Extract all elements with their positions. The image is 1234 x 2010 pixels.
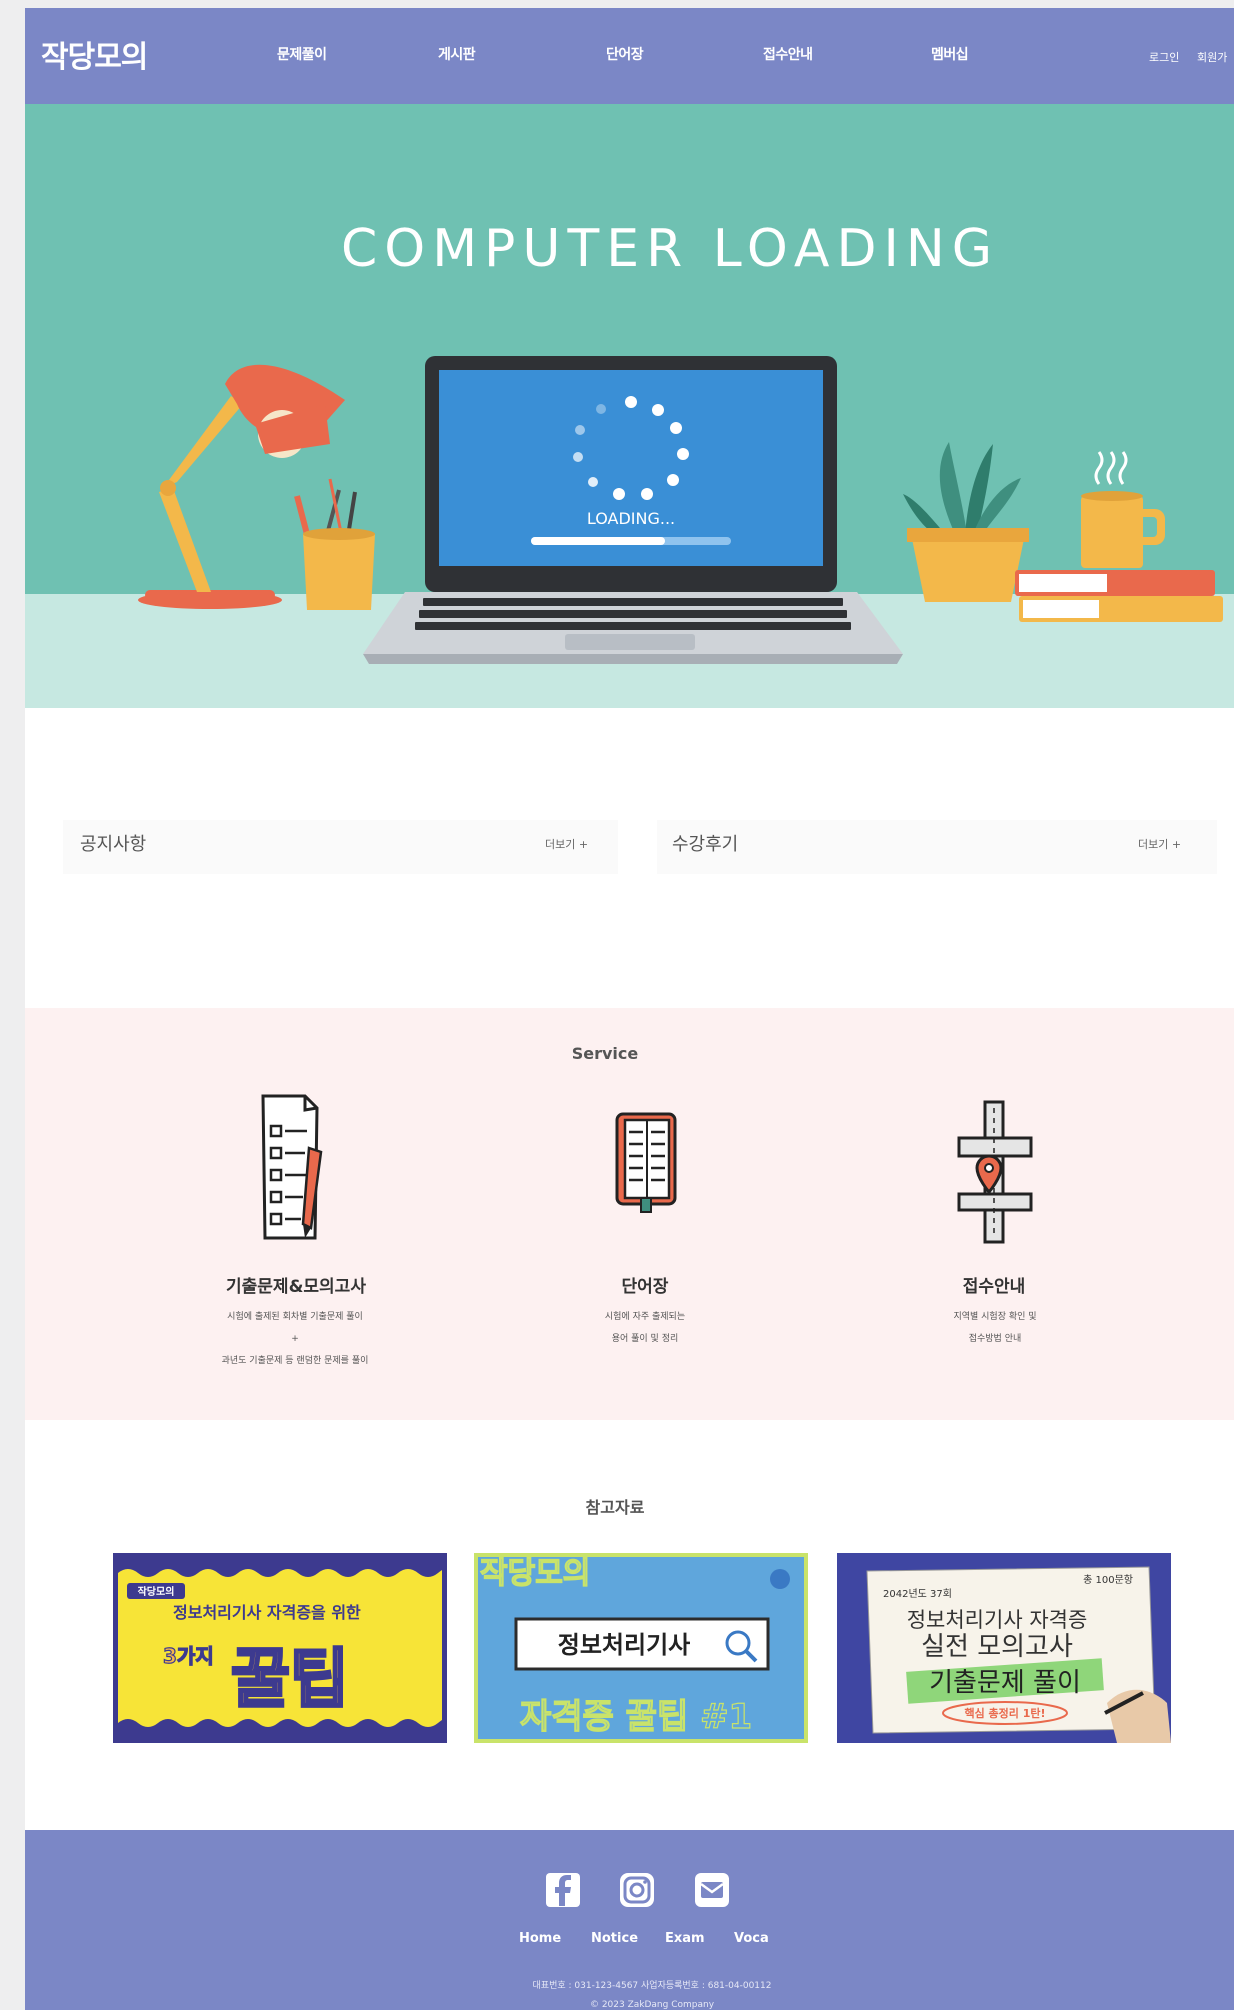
service-desc-registration-1: 지역별 시험장 확인 및 <box>953 1312 1037 1322</box>
card-mock-line2: 실전 모의고사 <box>921 1632 1073 1662</box>
facebook-icon[interactable] <box>545 1872 581 1908</box>
mail-icon[interactable] <box>694 1872 730 1908</box>
hero-banner: COMPUTER LOADING LOADING... <box>25 104 1234 708</box>
references-title: 참고자료 <box>585 1498 645 1517</box>
notice-more-link[interactable]: 더보기 + <box>545 836 588 852</box>
card-mock-total: 총 100문항 <box>1083 1574 1133 1586</box>
card-cert-bottom: 자격증 꿀팁 #1 <box>520 1697 752 1737</box>
service-name-vocabulary[interactable]: 단어장 <box>535 1272 755 1297</box>
instagram-icon[interactable] <box>619 1872 655 1908</box>
service-title: Service <box>571 1044 639 1063</box>
nav-item-board[interactable]: 게시판 <box>438 44 476 64</box>
service-name-registration[interactable]: 접수안내 <box>884 1272 1104 1297</box>
card-cert-top: 작당모의 <box>480 1556 590 1591</box>
service-name-exam[interactable]: 기출문제&모의고사 <box>186 1272 406 1297</box>
stacked-books-icon <box>1015 570 1223 622</box>
site-header: 작당모의 문제풀이 게시판 단어장 접수안내 멤버십 로그인 회원가 <box>25 8 1234 104</box>
site-footer: Home Notice Exam Voca 대표번호 : 031-123-456… <box>25 1830 1234 2010</box>
card-tips-subtitle: 정보처리기사 자격증을 위한 <box>173 1603 361 1622</box>
card-cert-main: 정보처리기사 <box>558 1631 690 1659</box>
notice-board-header <box>63 820 618 874</box>
potted-plant-icon <box>903 442 1029 602</box>
service-desc-vocabulary-1: 시험에 자주 출제되는 <box>604 1312 686 1322</box>
laptop-icon: LOADING... <box>363 356 903 664</box>
reference-card-tips[interactable]: 작당모의 정보처리기사 자격증을 위한 3가지 꿀팁 <box>113 1553 447 1743</box>
service-desc-exam-2: + <box>291 1334 299 1344</box>
loading-progress-bar <box>531 537 665 545</box>
card-tips-badge: 작당모의 <box>138 1585 175 1598</box>
service-section: Service 기출문제&모의고사 시험에 출제된 회차별 기출문제 풀이 + … <box>25 1008 1234 1420</box>
nav-item-registration[interactable]: 접수안내 <box>763 44 813 64</box>
nav-item-quiz[interactable]: 문제풀이 <box>277 44 327 64</box>
nav-item-vocabulary[interactable]: 단어장 <box>606 44 644 64</box>
footer-copyright: © 2023 ZakDang Company <box>589 2000 715 2010</box>
exam-paper-icon[interactable] <box>255 1088 335 1248</box>
service-desc-vocabulary-2: 용어 풀이 및 정리 <box>611 1334 679 1344</box>
card-mock-line3: 기출문제 풀이 <box>929 1668 1081 1698</box>
site-logo[interactable]: 작당모의 <box>41 32 148 76</box>
footer-business-info: 대표번호 : 031-123-4567 사업자등록번호 : 681-04-001… <box>532 1981 772 1991</box>
review-more-link[interactable]: 더보기 + <box>1138 836 1181 852</box>
review-board-title: 수강후기 <box>672 834 739 855</box>
card-mock-tag: 핵심 총정리 1탄! <box>964 1706 1045 1720</box>
footer-link-notice[interactable]: Notice <box>591 1931 638 1946</box>
map-pin-icon[interactable] <box>955 1098 1035 1248</box>
card-tips-main: 꿀팁 <box>231 1643 349 1717</box>
page: 작당모의 문제풀이 게시판 단어장 접수안내 멤버십 로그인 회원가 COMPU… <box>25 8 1234 2010</box>
reference-card-mock-exam[interactable]: 2042년도 37회 총 100문항 정보처리기사 자격증 실전 모의고사 기출… <box>837 1553 1171 1743</box>
loading-text: LOADING... <box>587 509 675 528</box>
service-desc-registration-2: 접수방법 안내 <box>968 1334 1022 1344</box>
vocabulary-book-icon[interactable] <box>611 1108 681 1218</box>
signup-link[interactable]: 회원가 <box>1197 49 1227 65</box>
desk-illustration: LOADING... <box>138 356 1223 664</box>
card-mock-line1: 정보처리기사 자격증 <box>907 1608 1088 1632</box>
review-board-header <box>657 820 1217 874</box>
notice-board-title: 공지사항 <box>80 834 147 855</box>
card-tips-count: 3가지 <box>163 1644 214 1668</box>
nav-item-membership[interactable]: 멤버십 <box>931 44 969 64</box>
footer-link-voca[interactable]: Voca <box>734 1931 769 1946</box>
footer-link-home[interactable]: Home <box>519 1931 561 1946</box>
login-link[interactable]: 로그인 <box>1149 49 1179 65</box>
coffee-mug-icon <box>1081 451 1165 568</box>
footer-link-exam[interactable]: Exam <box>665 1931 705 1946</box>
card-mock-year: 2042년도 37회 <box>883 1588 952 1600</box>
pencil-cup-icon <box>294 478 375 610</box>
reference-card-certificate[interactable]: 작당모의 정보처리기사 자격증 꿀팁 #1 <box>474 1553 808 1743</box>
service-desc-exam-3: 과년도 기출문제 등 랜덤한 문제를 풀이 <box>221 1356 369 1366</box>
service-desc-exam-1: 시험에 출제된 회차별 기출문제 풀이 <box>227 1312 363 1322</box>
